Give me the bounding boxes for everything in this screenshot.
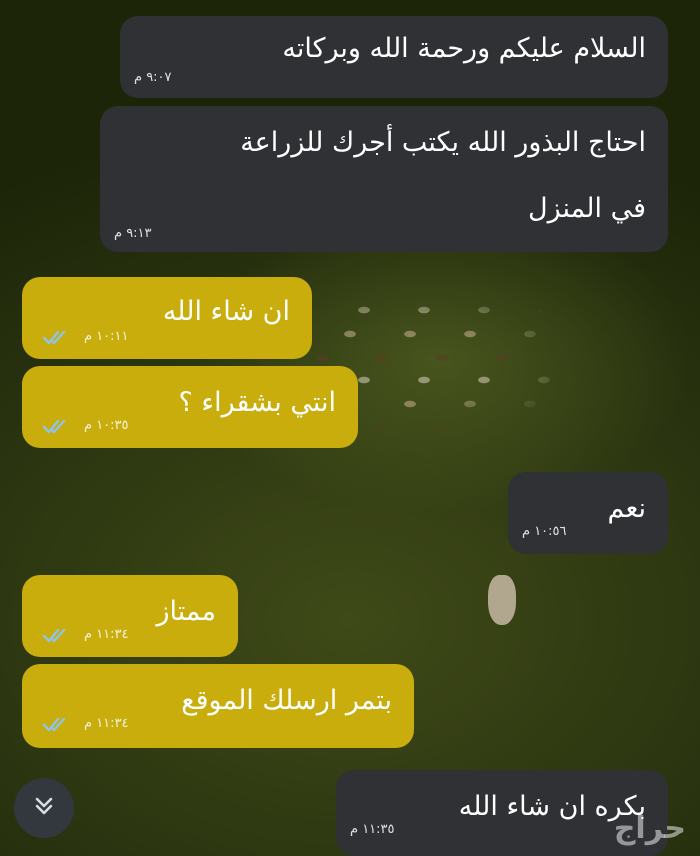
message-time: ١٠:٥٦ م (522, 524, 567, 539)
message-text: ممتاز (156, 596, 216, 627)
double-check-icon (42, 329, 68, 345)
double-check-icon (42, 418, 68, 434)
watermark-logo: حراج (613, 811, 686, 846)
message-text: ان شاء الله (162, 296, 290, 327)
message-time: ١٠:١١ م (84, 329, 129, 344)
background-horse (488, 575, 516, 625)
message-bubble-incoming[interactable]: السلام عليكم ورحمة الله وبركاته ٩:٠٧ م (120, 16, 668, 98)
message-text: بتمر ارسلك الموقع (181, 685, 392, 716)
message-text-line-1: احتاج البذور الله يكتب أجرك للزراعة (240, 127, 646, 158)
message-bubble-incoming[interactable]: احتاج البذور الله يكتب أجرك للزراعة في ا… (100, 106, 668, 252)
message-time: ٩:٠٧ م (134, 70, 172, 85)
message-time: ١١:٣٤ م (84, 716, 129, 731)
message-time: ٩:١٣ م (114, 226, 152, 241)
message-text: نعم (607, 493, 646, 524)
message-time: ١١:٣٥ م (350, 822, 395, 837)
message-text: السلام عليكم ورحمة الله وبركاته (282, 33, 646, 64)
message-text: انتي بشقراء ؟ (178, 387, 336, 418)
message-bubble-outgoing[interactable]: ان شاء الله ١٠:١١ م (22, 277, 312, 359)
message-time: ١٠:٣٥ م (84, 418, 129, 433)
message-text-line-2: في المنزل (528, 193, 646, 224)
message-bubble-outgoing[interactable]: ممتاز ١١:٣٤ م (22, 575, 238, 657)
scroll-to-bottom-button[interactable] (14, 778, 74, 838)
chevron-double-down-icon (32, 794, 56, 822)
message-bubble-outgoing[interactable]: بتمر ارسلك الموقع ١١:٣٤ م (22, 664, 414, 748)
message-time: ١١:٣٤ م (84, 627, 129, 642)
message-bubble-outgoing[interactable]: انتي بشقراء ؟ ١٠:٣٥ م (22, 366, 358, 448)
double-check-icon (42, 716, 68, 732)
message-bubble-incoming[interactable]: نعم ١٠:٥٦ م (508, 472, 668, 554)
double-check-icon (42, 627, 68, 643)
